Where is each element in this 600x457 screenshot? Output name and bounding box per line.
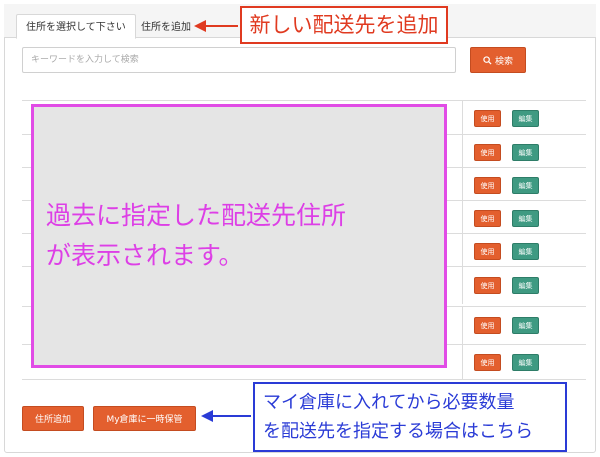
edit-button[interactable]: 編集 (512, 354, 539, 371)
warehouse-callout: マイ倉庫に入れてから必要数量 を配送先を指定する場合はこちら (253, 382, 567, 452)
tab-select-address[interactable]: 住所を選択して下さい (16, 14, 136, 39)
edit-button[interactable]: 編集 (512, 277, 539, 294)
edit-button[interactable]: 編集 (512, 243, 539, 260)
warehouse-callout-line2: を配送先を指定する場合はこちら (263, 421, 533, 442)
address-list-caption: 過去に指定した配送先住所 が表示されます。 (46, 196, 426, 276)
use-button[interactable]: 使用 (474, 317, 501, 334)
address-list-caption-line1: 過去に指定した配送先住所 (46, 201, 347, 230)
edit-button[interactable]: 編集 (512, 110, 539, 127)
use-button[interactable]: 使用 (474, 110, 501, 127)
use-button[interactable]: 使用 (474, 277, 501, 294)
edit-button[interactable]: 編集 (512, 210, 539, 227)
edit-button[interactable]: 編集 (512, 177, 539, 194)
use-button[interactable]: 使用 (474, 177, 501, 194)
use-button[interactable]: 使用 (474, 210, 501, 227)
keep-in-warehouse-button[interactable]: My倉庫に一時保管 (93, 406, 196, 431)
edit-button[interactable]: 編集 (512, 317, 539, 334)
new-address-callout: 新しい配送先を追加 (240, 6, 448, 44)
use-button[interactable]: 使用 (474, 354, 501, 371)
use-button[interactable]: 使用 (474, 243, 501, 260)
edit-button[interactable]: 編集 (512, 144, 539, 161)
search-icon (483, 55, 492, 65)
tab-add-address[interactable]: 住所を追加 (132, 15, 200, 41)
search-button[interactable]: 検索 (470, 47, 526, 73)
search-button-label: 検索 (494, 56, 513, 67)
address-list-caption-line2: が表示されます。 (46, 241, 244, 270)
use-button[interactable]: 使用 (474, 144, 501, 161)
add-address-button[interactable]: 住所追加 (22, 406, 84, 431)
warehouse-callout-line1: マイ倉庫に入れてから必要数量 (263, 392, 515, 413)
search-input[interactable] (22, 47, 456, 73)
